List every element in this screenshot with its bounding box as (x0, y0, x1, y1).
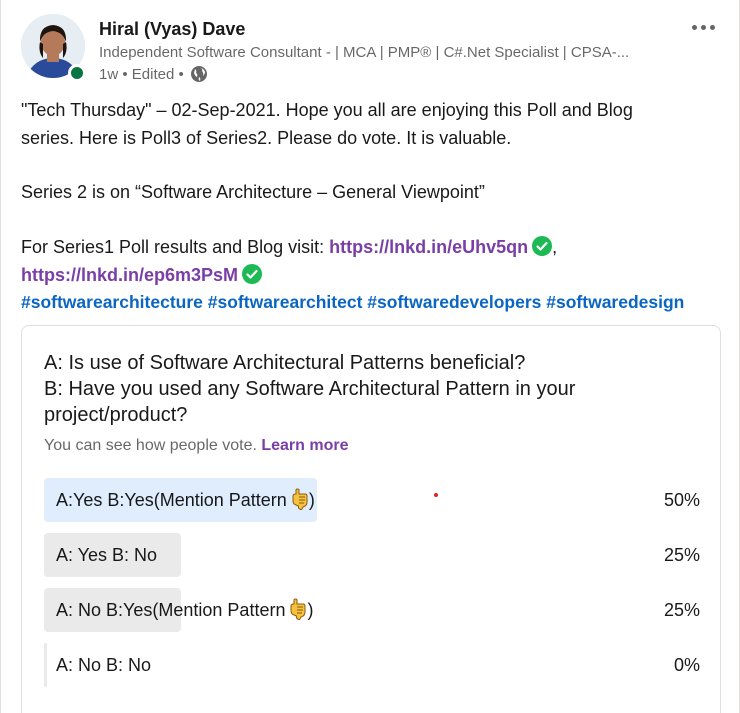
poll-option-percent: 25% (663, 600, 700, 620)
hashtag-softwaredesign[interactable]: #softwaredesign (546, 292, 684, 312)
post-text-line-3: Series 2 is on “Software Architecture – … (21, 182, 485, 202)
hashtags-line: #softwarearchitecture #softwarearchitect… (21, 292, 684, 313)
poll-option-percent: 50% (663, 490, 700, 510)
hashtag-softwarearchitect[interactable]: #softwarearchitect (208, 292, 363, 312)
poll-question-b: B: Have you used any Software Architectu… (44, 378, 576, 426)
post-text-line-4: For Series1 Poll results and Blog visit:… (21, 236, 557, 258)
globe-icon (190, 65, 208, 83)
poll-option[interactable]: A: Yes B: No 25% (44, 533, 700, 577)
hand-pointing-down-icon (289, 592, 307, 620)
link-2[interactable]: https://lnkd.in/ep6m3PsM (21, 265, 238, 285)
poll-option[interactable]: A: No B: No 0% (44, 643, 700, 687)
online-status-indicator (68, 64, 86, 82)
author-headline: Independent Software Consultant - | MCA … (99, 44, 630, 61)
check-icon (242, 264, 263, 284)
post-card: Hiral (Vyas) Dave Independent Software C… (0, 0, 740, 713)
hand-pointing-down-icon (291, 482, 309, 510)
red-dot-marker (434, 493, 438, 497)
poll-option-text: A: Yes B: No (56, 545, 158, 565)
post-meta-text: 1w • Edited • (99, 65, 184, 83)
poll-option-label: A: Yes B: No (56, 533, 157, 577)
poll-option-percent: 25% (663, 545, 700, 565)
poll-option-text: A: No B:Yes(Mention Pattern (56, 600, 286, 620)
poll-option-label: A: No B:Yes(Mention Pattern) (56, 588, 313, 632)
poll-option-percent: 0% (673, 655, 700, 675)
poll-visibility-note: You can see how people vote. (44, 437, 257, 454)
poll-option[interactable]: A: No B:Yes(Mention Pattern) 25% (44, 588, 700, 632)
more-options-icon[interactable] (683, 14, 723, 40)
link-1[interactable]: https://lnkd.in/eUhv5qn (329, 237, 528, 257)
series1-text: For Series1 Poll results and Blog visit: (21, 237, 330, 257)
poll-option-bar (44, 643, 47, 687)
learn-more-link[interactable]: Learn more (261, 437, 348, 454)
hashtag-softwarearchitecture[interactable]: #softwarearchitecture (21, 292, 203, 312)
post-text-line-2: series. Here is Poll3 of Series2. Please… (21, 128, 512, 148)
poll-option-text: A: No B: No (56, 655, 152, 675)
author-name[interactable]: Hiral (Vyas) Dave (99, 19, 245, 40)
poll-option[interactable]: A:Yes B:Yes(Mention Pattern) 50% (44, 478, 700, 522)
check-icon (532, 236, 553, 256)
poll-option-label: A: No B: No (56, 643, 151, 687)
post-meta: 1w • Edited • (99, 65, 208, 83)
link-1-comma: , (552, 237, 558, 257)
poll-question: A: Is use of Software Architectural Patt… (44, 350, 684, 428)
post-text-line-1: "Tech Thursday" – 02-Sep-2021. Hope you … (21, 100, 633, 120)
hashtag-softwaredevelopers[interactable]: #softwaredevelopers (367, 292, 541, 312)
poll-option-suffix: ) (307, 600, 314, 620)
poll-option-suffix: ) (308, 490, 315, 510)
poll-container: A: Is use of Software Architectural Patt… (21, 325, 721, 713)
poll-option-label: A:Yes B:Yes(Mention Pattern) (56, 478, 315, 522)
poll-question-a: A: Is use of Software Architectural Patt… (44, 352, 526, 374)
poll-option-text: A:Yes B:Yes(Mention Pattern (56, 490, 287, 510)
post-text-line-5: https://lnkd.in/ep6m3PsM (21, 264, 263, 286)
poll-subtitle: You can see how people vote. Learn more (44, 437, 349, 455)
